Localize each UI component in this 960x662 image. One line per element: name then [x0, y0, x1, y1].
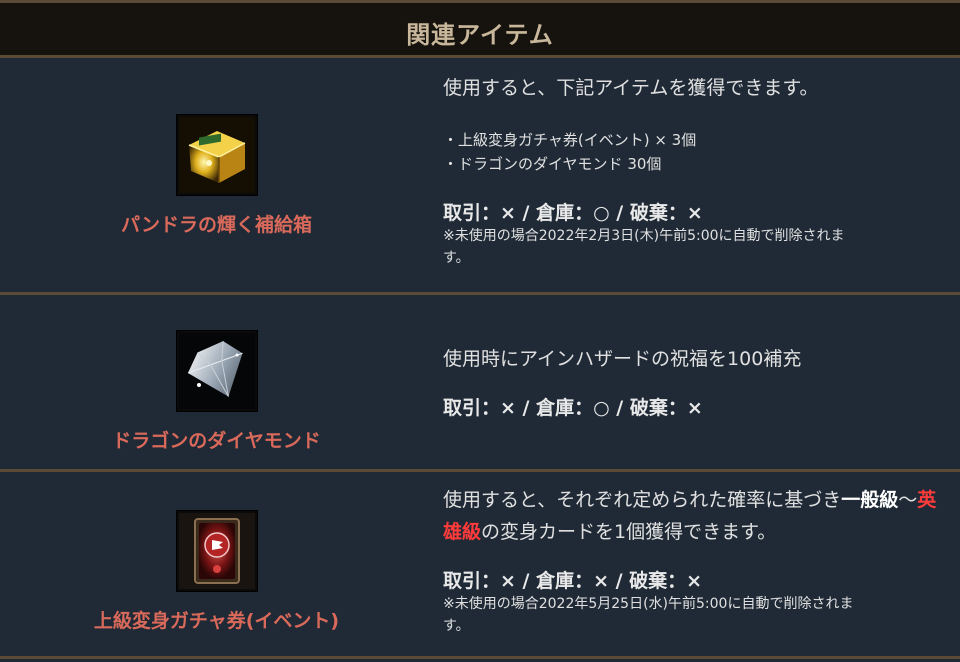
note-line: ※未使用の場合2022年2月3日(木)午前5:00に自動で削除されま — [443, 228, 845, 244]
treasure-chest-icon — [175, 113, 258, 196]
section-title: 関連アイテム — [406, 20, 554, 49]
transform-card-icon — [175, 509, 258, 592]
list-item: ・ドラゴンのダイヤモンド 30個 — [443, 155, 662, 173]
item-detail: 使用すると、下記アイテムを獲得できます。 ・上級変身ガチャ券(イベント) × 3… — [433, 58, 960, 292]
trade-info: 取引：× / 倉庫：× / 破棄：× — [443, 570, 703, 592]
desc-common-grade: 一般級 — [841, 489, 899, 511]
diamond-icon — [175, 329, 258, 412]
item-description: 使用すると、下記アイテムを獲得できます。 — [443, 77, 819, 99]
item-detail: 使用すると、それぞれ定められた確率に基づき一般級〜英雄級の変身カードを1個獲得で… — [433, 472, 960, 656]
item-name: パンドラの輝く補給箱 — [121, 213, 312, 236]
expiry-note: ※未使用の場合2022年5月25日(水)午前5:00に自動で削除されま す。 — [443, 593, 948, 637]
section-header: 関連アイテム — [0, 0, 960, 58]
item-description: 使用すると、それぞれ定められた確率に基づき一般級〜英雄級の変身カードを1個獲得で… — [443, 484, 948, 548]
item-cell: 上級変身ガチャ券(イベント) — [0, 472, 433, 656]
item-row: ドラゴンのダイヤモンド 使用時にアインハザードの祝福を100補充 取引：× / … — [0, 295, 960, 472]
note-line: ※未使用の場合2022年5月25日(水)午前5:00に自動で削除されま — [443, 596, 854, 612]
item-cell: ドラゴンのダイヤモンド — [0, 295, 433, 469]
trade-info: 取引：× / 倉庫：○ / 破棄：× — [443, 397, 703, 419]
item-detail: 使用時にアインハザードの祝福を100補充 取引：× / 倉庫：○ / 破棄：× — [433, 295, 960, 469]
item-name: ドラゴンのダイヤモンド — [112, 429, 321, 452]
item-cell: パンドラの輝く補給箱 — [0, 58, 433, 292]
desc-text: 〜 — [898, 489, 918, 511]
item-row: 上級変身ガチャ券(イベント) 使用すると、それぞれ定められた確率に基づき一般級〜… — [0, 472, 960, 659]
expiry-note: ※未使用の場合2022年2月3日(木)午前5:00に自動で削除されま す。 — [443, 225, 948, 269]
item-row: パンドラの輝く補給箱 使用すると、下記アイテムを獲得できます。 ・上級変身ガチャ… — [0, 58, 960, 295]
note-line: す。 — [443, 250, 470, 266]
desc-text: の変身カードを1個獲得できます。 — [481, 521, 777, 543]
desc-text: 使用すると、それぞれ定められた確率に基づき — [443, 489, 842, 511]
item-description: 使用時にアインハザードの祝福を100補充 — [443, 348, 802, 370]
list-item: ・上級変身ガチャ券(イベント) × 3個 — [443, 131, 697, 149]
trade-info: 取引：× / 倉庫：○ / 破棄：× — [443, 202, 703, 224]
item-contents-list: ・上級変身ガチャ券(イベント) × 3個 ・ドラゴンのダイヤモンド 30個 — [443, 128, 948, 176]
note-line: す。 — [443, 618, 470, 634]
item-name: 上級変身ガチャ券(イベント) — [93, 609, 340, 632]
